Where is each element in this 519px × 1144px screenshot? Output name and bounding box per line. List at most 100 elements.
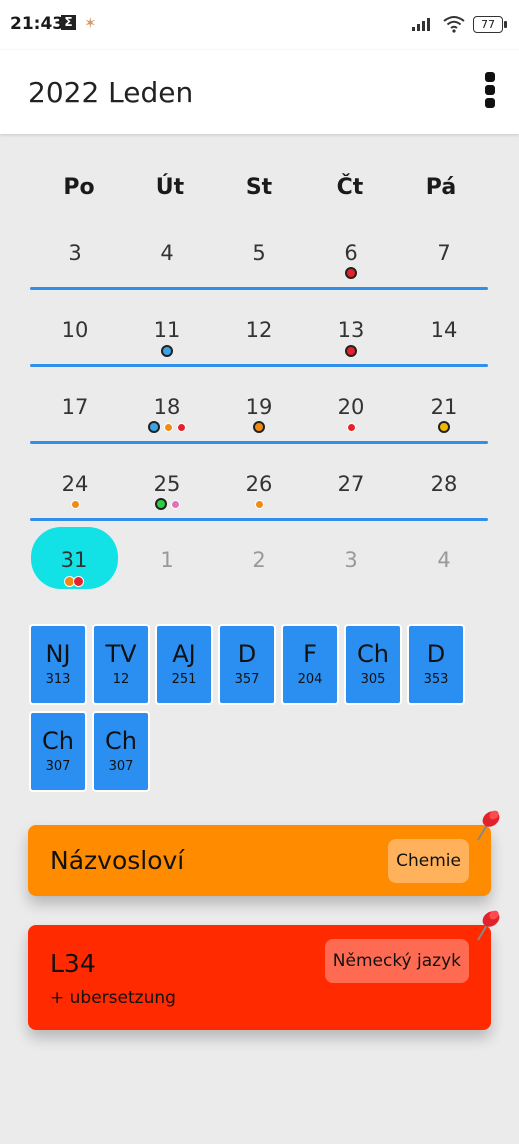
lesson-subject: NJ xyxy=(45,640,71,668)
calendar-day[interactable]: 13 xyxy=(311,318,391,342)
overflow-menu-button[interactable] xyxy=(483,72,497,112)
lesson-room: 357 xyxy=(234,672,260,687)
wifi-icon xyxy=(443,16,465,33)
lesson-tile[interactable]: D 353 xyxy=(407,624,465,705)
lesson-tile[interactable]: NJ 313 xyxy=(29,624,87,705)
lesson-room: 353 xyxy=(423,672,449,687)
weekday-label: Pá xyxy=(425,175,457,200)
lesson-subject: D xyxy=(426,640,446,668)
pin-icon[interactable] xyxy=(471,807,503,843)
week-separator xyxy=(30,441,488,444)
lesson-tile[interactable]: Ch 307 xyxy=(92,711,150,792)
event-markers xyxy=(311,344,391,358)
event-markers xyxy=(34,574,114,588)
task-card[interactable]: Názvosloví Chemie xyxy=(28,810,500,896)
sigma-notification-icon: Σ xyxy=(61,15,76,30)
event-dot xyxy=(70,499,80,509)
calendar-day[interactable]: 6 xyxy=(311,241,391,265)
lesson-room: 307 xyxy=(45,759,71,774)
status-icons: 77 xyxy=(411,12,507,36)
event-markers xyxy=(311,420,391,434)
task-title: Názvosloví xyxy=(50,846,185,875)
lesson-subject: TV xyxy=(105,640,137,668)
calendar-day[interactable]: 20 xyxy=(311,395,391,419)
lesson-subject: Ch xyxy=(357,640,389,668)
calendar-day[interactable]: 11 xyxy=(127,318,207,342)
event-dot xyxy=(148,421,160,433)
calendar-day[interactable]: 12 xyxy=(219,318,299,342)
calendar-day-next-month[interactable]: 2 xyxy=(219,548,299,572)
status-bar: 21:43 Σ ✶ 77 xyxy=(0,0,519,50)
lesson-subject: F xyxy=(303,640,317,668)
app-notification-icon: ✶ xyxy=(84,14,97,32)
event-dot xyxy=(177,422,186,432)
event-markers xyxy=(219,497,299,511)
weekday-label: Po xyxy=(63,175,95,200)
calendar-day-next-month[interactable]: 4 xyxy=(404,548,484,572)
week-separator xyxy=(30,287,488,290)
subject-badge: Chemie xyxy=(388,839,469,883)
battery-icon: 77 xyxy=(473,15,507,33)
calendar-day[interactable]: 17 xyxy=(35,395,115,419)
event-dot xyxy=(345,345,357,357)
lesson-room: 305 xyxy=(360,672,386,687)
task-card[interactable]: L34 + ubersetzung Německý jazyk xyxy=(28,910,500,1030)
calendar-day[interactable]: 4 xyxy=(127,241,207,265)
lesson-room: 307 xyxy=(108,759,134,774)
event-dot xyxy=(438,421,450,433)
event-dot xyxy=(346,422,356,432)
status-time: 21:43 xyxy=(10,14,65,34)
week-separator xyxy=(30,364,488,367)
event-markers xyxy=(127,497,207,511)
lesson-tile[interactable]: D 357 xyxy=(218,624,276,705)
calendar-day[interactable]: 24 xyxy=(35,472,115,496)
week-separator xyxy=(30,518,488,521)
event-dot xyxy=(73,575,84,587)
task-note: + ubersetzung xyxy=(50,988,176,1008)
calendar-day[interactable]: 26 xyxy=(219,472,299,496)
event-markers xyxy=(219,420,299,434)
event-markers xyxy=(35,497,115,511)
lesson-tile[interactable]: TV 12 xyxy=(92,624,150,705)
calendar-day-next-month[interactable]: 1 xyxy=(127,548,207,572)
event-markers xyxy=(311,266,391,280)
subject-badge: Německý jazyk xyxy=(324,939,469,983)
calendar-day[interactable]: 10 xyxy=(35,318,115,342)
event-markers xyxy=(127,420,207,434)
event-dot xyxy=(253,421,265,433)
event-dot xyxy=(345,267,357,279)
page-title[interactable]: 2022 Leden xyxy=(28,76,193,109)
lesson-tile[interactable]: F 204 xyxy=(281,624,339,705)
calendar-day-selected[interactable]: 31 xyxy=(34,548,114,572)
event-dot xyxy=(170,499,180,509)
calendar-day[interactable]: 18 xyxy=(127,395,207,419)
lesson-tile[interactable]: Ch 307 xyxy=(29,711,87,792)
lesson-room: 204 xyxy=(297,672,323,687)
calendar-day[interactable]: 14 xyxy=(404,318,484,342)
lesson-subject: Ch xyxy=(42,727,74,755)
signal-icon xyxy=(412,18,430,31)
weekday-label: Čt xyxy=(336,175,364,200)
calendar-day[interactable]: 19 xyxy=(219,395,299,419)
event-dot xyxy=(154,498,167,510)
event-dot xyxy=(164,422,173,432)
calendar-day[interactable]: 25 xyxy=(127,472,207,496)
lesson-room: 313 xyxy=(45,672,71,687)
pin-icon[interactable] xyxy=(471,907,503,943)
lesson-room: 251 xyxy=(171,672,197,687)
event-dot xyxy=(254,499,264,509)
task-title: L34 xyxy=(50,949,96,978)
lesson-subject: Ch xyxy=(105,727,137,755)
weekday-label: St xyxy=(245,175,273,200)
calendar-day[interactable]: 5 xyxy=(219,241,299,265)
calendar-day[interactable]: 7 xyxy=(404,241,484,265)
calendar-day[interactable]: 28 xyxy=(404,472,484,496)
lesson-tile[interactable]: AJ 251 xyxy=(155,624,213,705)
calendar-day[interactable]: 27 xyxy=(311,472,391,496)
calendar-day[interactable]: 21 xyxy=(404,395,484,419)
lesson-subject: AJ xyxy=(172,640,196,668)
lesson-tile[interactable]: Ch 305 xyxy=(344,624,402,705)
weekday-label: Út xyxy=(155,175,185,200)
calendar-day[interactable]: 3 xyxy=(35,241,115,265)
calendar-day-next-month[interactable]: 3 xyxy=(311,548,391,572)
